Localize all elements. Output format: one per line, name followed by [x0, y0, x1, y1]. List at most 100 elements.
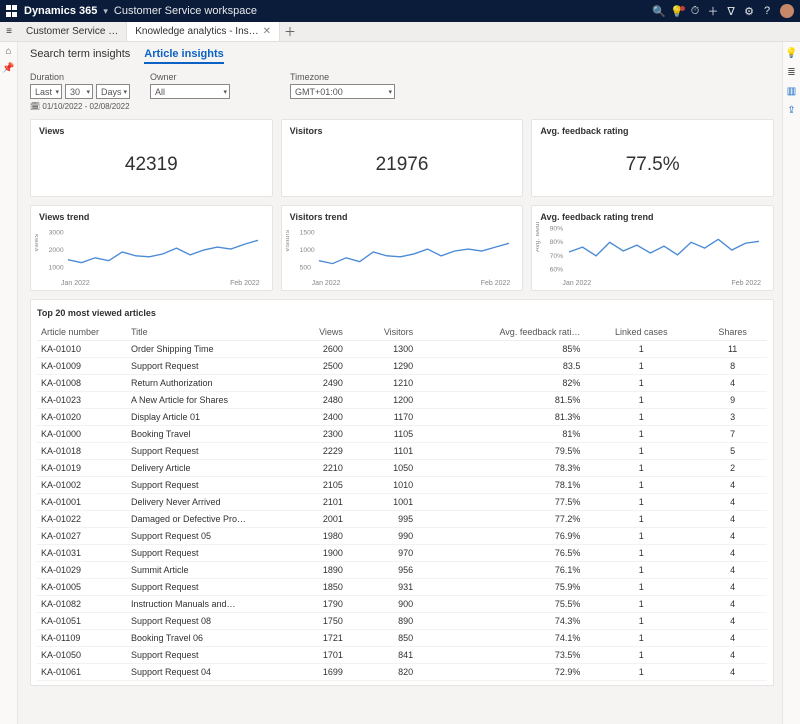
table-row[interactable]: KA-01031Support Request190097076.5%14: [37, 545, 767, 562]
table-row[interactable]: KA-01005Support Request185093175.9%14: [37, 579, 767, 596]
table-row[interactable]: KA-01018Support Request2229110179.5%15: [37, 443, 767, 460]
cell-visitors: 900: [347, 596, 417, 613]
cell-article-number: KA-01051: [37, 613, 127, 630]
add-tab-button[interactable]: ＋: [280, 22, 300, 41]
cell-title: Booking Travel: [127, 426, 287, 443]
table-row[interactable]: KA-01061Support Request 04169982072.9%14: [37, 664, 767, 681]
table-row[interactable]: KA-01023A New Article for Shares24801200…: [37, 392, 767, 409]
cell-article-number: KA-01031: [37, 545, 127, 562]
cell-linked: 1: [584, 494, 698, 511]
svg-text:Views: Views: [35, 233, 40, 252]
cell-article-number: KA-01009: [37, 358, 127, 375]
table-row[interactable]: KA-01020Display Article 012400117081.3%1…: [37, 409, 767, 426]
filter-icon[interactable]: ∇: [722, 5, 740, 18]
cell-views: 2600: [287, 341, 347, 358]
table-row[interactable]: KA-01002Support Request2105101078.1%14: [37, 477, 767, 494]
cell-shares: 4: [698, 511, 767, 528]
cell-linked: 1: [584, 579, 698, 596]
cell-linked: 1: [584, 613, 698, 630]
bulb-icon[interactable]: 💡: [785, 48, 797, 59]
table-row[interactable]: KA-01082Instruction Manuals and…17909007…: [37, 596, 767, 613]
subtab-search-term[interactable]: Search term insights: [30, 48, 130, 64]
cell-shares: 4: [698, 562, 767, 579]
avatar[interactable]: [780, 4, 794, 18]
list-icon[interactable]: ≣: [787, 67, 795, 78]
cell-title: Support Request: [127, 647, 287, 664]
tab-customer-service[interactable]: Customer Service …: [18, 22, 127, 41]
cell-visitors: 841: [347, 647, 417, 664]
card-views-title: Views: [39, 126, 264, 136]
share-icon[interactable]: ⇪: [787, 105, 795, 116]
cell-views: 2101: [287, 494, 347, 511]
cell-feedback: 75.9%: [417, 579, 584, 596]
pin-icon[interactable]: 📌: [2, 63, 14, 74]
table-row[interactable]: KA-01050Support Request170184173.5%14: [37, 647, 767, 664]
hamburger-icon[interactable]: ≡: [0, 22, 18, 41]
filters-row: Duration Last 30 Days 01/10/2022 - 02/08…: [30, 70, 774, 111]
table-row[interactable]: KA-01027Support Request 05198099076.9%14: [37, 528, 767, 545]
table-row[interactable]: KA-01000Booking Travel2300110581%17: [37, 426, 767, 443]
plus-icon[interactable]: ＋: [704, 3, 722, 19]
workspace-tabbar: ≡ Customer Service … Knowledge analytics…: [0, 22, 800, 42]
cell-linked: 1: [584, 511, 698, 528]
clock-icon[interactable]: ⏱: [686, 5, 704, 18]
cell-article-number: KA-01023: [37, 392, 127, 409]
col-feedback[interactable]: Avg. feedback rati…: [417, 324, 584, 341]
svg-text:1000: 1000: [299, 247, 314, 254]
table-row[interactable]: KA-01008Return Authorization2490121082%1…: [37, 375, 767, 392]
cell-feedback: 76.9%: [417, 528, 584, 545]
svg-text:70%: 70%: [550, 253, 564, 260]
table-row[interactable]: KA-01019Delivery Article2210105078.3%12: [37, 460, 767, 477]
doc-icon[interactable]: ▥: [787, 86, 796, 97]
cell-shares: 4: [698, 375, 767, 392]
cell-article-number: KA-01029: [37, 562, 127, 579]
svg-text:3000: 3000: [49, 230, 64, 237]
cell-shares: 5: [698, 443, 767, 460]
cell-visitors: 995: [347, 511, 417, 528]
cell-shares: 4: [698, 477, 767, 494]
col-linked[interactable]: Linked cases: [584, 324, 698, 341]
col-visitors[interactable]: Visitors: [347, 324, 417, 341]
waffle-icon[interactable]: [6, 5, 18, 17]
col-article-number[interactable]: Article number: [37, 324, 127, 341]
duration-period-select[interactable]: Days: [96, 84, 130, 99]
owner-select[interactable]: All: [150, 84, 230, 99]
cell-article-number: KA-01010: [37, 341, 127, 358]
table-row[interactable]: KA-01029Summit Article189095676.1%14: [37, 562, 767, 579]
cell-feedback: 82%: [417, 375, 584, 392]
table-row[interactable]: KA-01010Order Shipping Time2600130085%11…: [37, 341, 767, 358]
tab-knowledge-analytics[interactable]: Knowledge analytics - Ins… ✕: [127, 22, 280, 41]
gear-icon[interactable]: ⚙: [740, 5, 758, 18]
cell-visitors: 890: [347, 613, 417, 630]
trend-visitors-chart: Visitors 1500 1000 500: [286, 222, 519, 280]
chevron-down-icon[interactable]: ▾: [103, 6, 108, 17]
table-row[interactable]: KA-01051Support Request 08175089074.3%14: [37, 613, 767, 630]
cell-shares: 4: [698, 647, 767, 664]
table-row[interactable]: KA-01022Damaged or Defective Pro…2001995…: [37, 511, 767, 528]
table-row[interactable]: KA-01109Booking Travel 06172185074.1%14: [37, 630, 767, 647]
close-icon[interactable]: ✕: [263, 26, 271, 37]
col-shares[interactable]: Shares: [698, 324, 767, 341]
cell-views: 1790: [287, 596, 347, 613]
help-icon[interactable]: ?: [758, 5, 776, 17]
search-icon[interactable]: 🔍: [650, 5, 668, 18]
owner-label: Owner: [150, 72, 230, 82]
cell-title: A New Article for Shares: [127, 392, 287, 409]
cell-views: 2490: [287, 375, 347, 392]
svg-text:80%: 80%: [550, 239, 564, 246]
table-row[interactable]: KA-01001Delivery Never Arrived2101100177…: [37, 494, 767, 511]
cell-article-number: KA-01005: [37, 579, 127, 596]
cell-linked: 1: [584, 409, 698, 426]
table-row[interactable]: KA-01009Support Request2500129083.518: [37, 358, 767, 375]
duration-label: Duration: [30, 72, 130, 82]
home-icon[interactable]: ⌂: [5, 46, 11, 57]
subtab-article-insights[interactable]: Article insights: [144, 48, 223, 64]
timezone-select[interactable]: GMT+01:00: [290, 84, 395, 99]
cell-title: Instruction Manuals and…: [127, 596, 287, 613]
col-title[interactable]: Title: [127, 324, 287, 341]
duration-unit-select[interactable]: Last: [30, 84, 62, 99]
notification-icon[interactable]: 💡: [668, 5, 686, 18]
duration-count-select[interactable]: 30: [65, 84, 93, 99]
col-views[interactable]: Views: [287, 324, 347, 341]
cell-linked: 1: [584, 358, 698, 375]
